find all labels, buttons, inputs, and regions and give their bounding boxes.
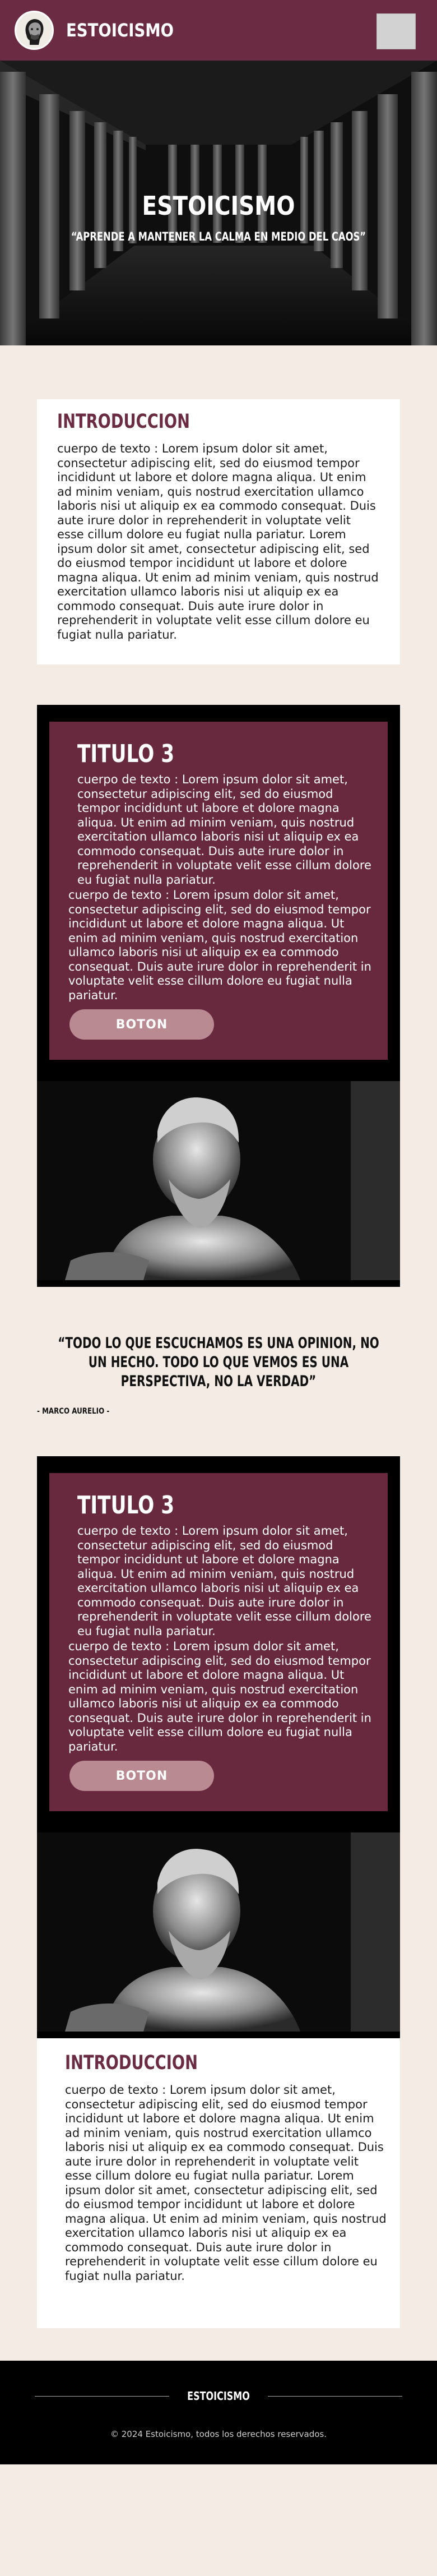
feature-paragraph: cuerpo de texto : Lorem ipsum dolor sit … [68,1640,371,1753]
feature-title: TITULO 3 [77,1491,175,1520]
intro-section: INTRODUCCION cuerpo de texto : Lorem ips… [0,345,437,664]
feature-paragraph: cuerpo de texto : Lorem ipsum dolor sit … [68,888,371,1002]
intro-title: INTRODUCCION [65,2052,198,2074]
quote-text: “TODO LO QUE ESCUCHAMOS ES UNA OPINION, … [58,1335,379,1390]
site-footer: ESTOICISMO © 2024 Estoicismo, todos los … [0,2361,437,2464]
footer-copyright: © 2024 Estoicismo, todos los derechos re… [110,2429,327,2439]
menu-placeholder-icon[interactable] [376,13,416,49]
boton-button[interactable]: BOTON [69,1761,214,1791]
quote-section: “TODO LO QUE ESCUCHAMOS ES UNA OPINION, … [0,1287,437,1456]
intro-section-2: INTRODUCCION cuerpo de texto : Lorem ips… [37,2038,400,2328]
feature-text-panel: TITULO 3 cuerpo de texto : Lorem ipsum d… [49,1473,388,1811]
feature-title: TITULO 3 [77,740,175,768]
feature-block-2: TITULO 3 cuerpo de texto : Lorem ipsum d… [37,1456,400,2038]
intro-card: INTRODUCCION cuerpo de texto : Lorem ips… [37,399,400,664]
statue-head-logo-icon[interactable] [15,11,54,50]
hero-subtitle: “APRENDE A MANTENER LA CALMA EN MEDIO DE… [71,230,366,243]
intro-body: cuerpo de texto : Lorem ipsum dolor sit … [57,442,379,641]
footer-brand[interactable]: ESTOICISMO [44,2389,393,2403]
marcus-aurelius-statue-image [37,1832,400,2032]
hero-title: ESTOICISMO [142,191,295,221]
site-header: ESTOICISMO [0,0,437,61]
feature-block-1: TITULO 3 cuerpo de texto : Lorem ipsum d… [37,705,400,1287]
feature-paragraph: cuerpo de texto : Lorem ipsum dolor sit … [77,1524,371,1638]
marcus-aurelius-statue-image [37,1081,400,1280]
hero-banner: ESTOICISMO “APRENDE A MANTENER LA CALMA … [0,61,437,345]
intro-title: INTRODUCCION [57,410,190,433]
feature-text-panel: TITULO 3 cuerpo de texto : Lorem ipsum d… [49,722,388,1060]
feature-paragraph: cuerpo de texto : Lorem ipsum dolor sit … [77,773,371,887]
boton-button[interactable]: BOTON [69,1009,214,1040]
quote-author: - MARCO AURELIO - [37,1407,110,1416]
brand-name[interactable]: ESTOICISMO [66,20,174,41]
intro-body: cuerpo de texto : Lorem ipsum dolor sit … [65,2083,387,2283]
